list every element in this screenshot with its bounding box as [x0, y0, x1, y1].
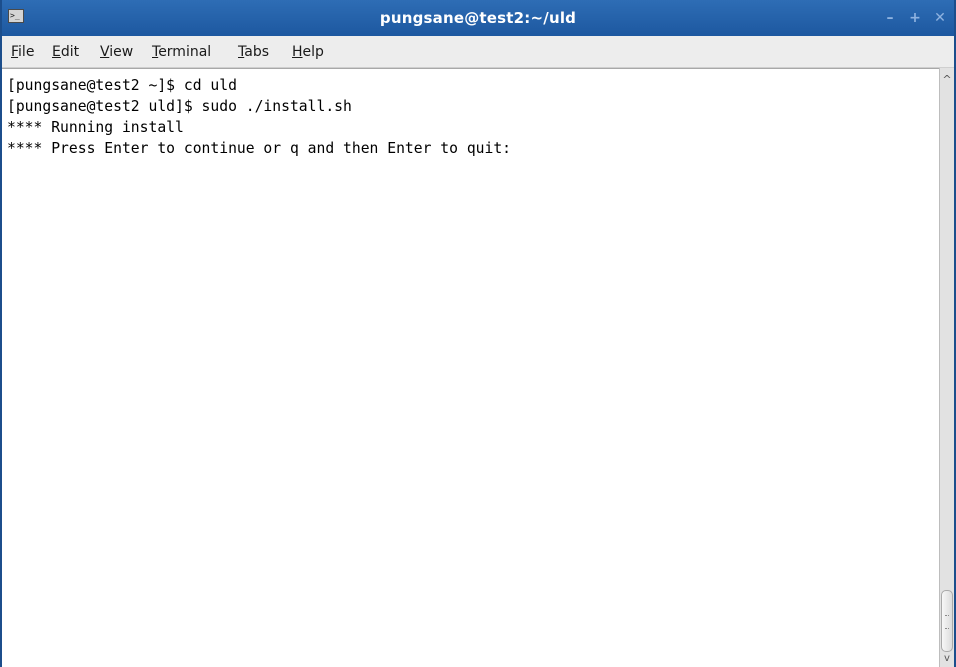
- minimize-button[interactable]: –: [880, 8, 900, 28]
- close-button[interactable]: ✕: [930, 8, 950, 28]
- scroll-thumb[interactable]: [941, 590, 953, 652]
- window-controls: – + ✕: [875, 8, 950, 28]
- terminal-line: **** Press Enter to continue or q and th…: [7, 140, 512, 157]
- scroll-up-arrow-icon[interactable]: ^: [940, 72, 954, 88]
- terminal-window: >_ pungsane@test2:~/uld – + ✕ File Edit …: [0, 0, 956, 667]
- menu-terminal-label: erminal: [158, 44, 212, 60]
- scroll-down-arrow-icon[interactable]: v: [940, 653, 954, 665]
- title-bar[interactable]: >_ pungsane@test2:~/uld – + ✕: [2, 0, 954, 36]
- menu-terminal[interactable]: Terminal: [152, 36, 211, 68]
- maximize-button[interactable]: +: [905, 8, 925, 28]
- menu-edit-mnemonic: E: [52, 44, 61, 60]
- menu-help[interactable]: Help: [292, 36, 324, 68]
- menu-help-label: elp: [302, 44, 324, 60]
- menu-bar: File Edit View Terminal Tabs Help: [2, 36, 954, 68]
- terminal-line: **** Running install: [7, 119, 184, 136]
- window-title: pungsane@test2:~/uld: [379, 9, 577, 27]
- menu-file[interactable]: File: [11, 36, 34, 68]
- terminal-line: [pungsane@test2 ~]$ cd uld: [7, 77, 237, 94]
- menu-view-mnemonic: V: [100, 44, 110, 60]
- menu-edit-label: dit: [60, 44, 80, 60]
- vertical-scrollbar[interactable]: ^ v: [939, 68, 954, 667]
- menu-file-mnemonic: F: [11, 44, 19, 60]
- menu-help-mnemonic: H: [292, 44, 303, 60]
- menu-view-label: iew: [109, 44, 134, 60]
- menu-view[interactable]: View: [100, 36, 133, 68]
- menu-file-label: ile: [18, 44, 35, 60]
- grip-icon: [945, 615, 949, 629]
- menu-tabs[interactable]: Tabs: [238, 36, 269, 68]
- menu-edit[interactable]: Edit: [52, 36, 79, 68]
- menu-tabs-label: abs: [244, 44, 269, 60]
- terminal-line: [pungsane@test2 uld]$ sudo ./install.sh: [7, 98, 352, 115]
- terminal-output[interactable]: [pungsane@test2 ~]$ cd uld [pungsane@tes…: [2, 68, 939, 667]
